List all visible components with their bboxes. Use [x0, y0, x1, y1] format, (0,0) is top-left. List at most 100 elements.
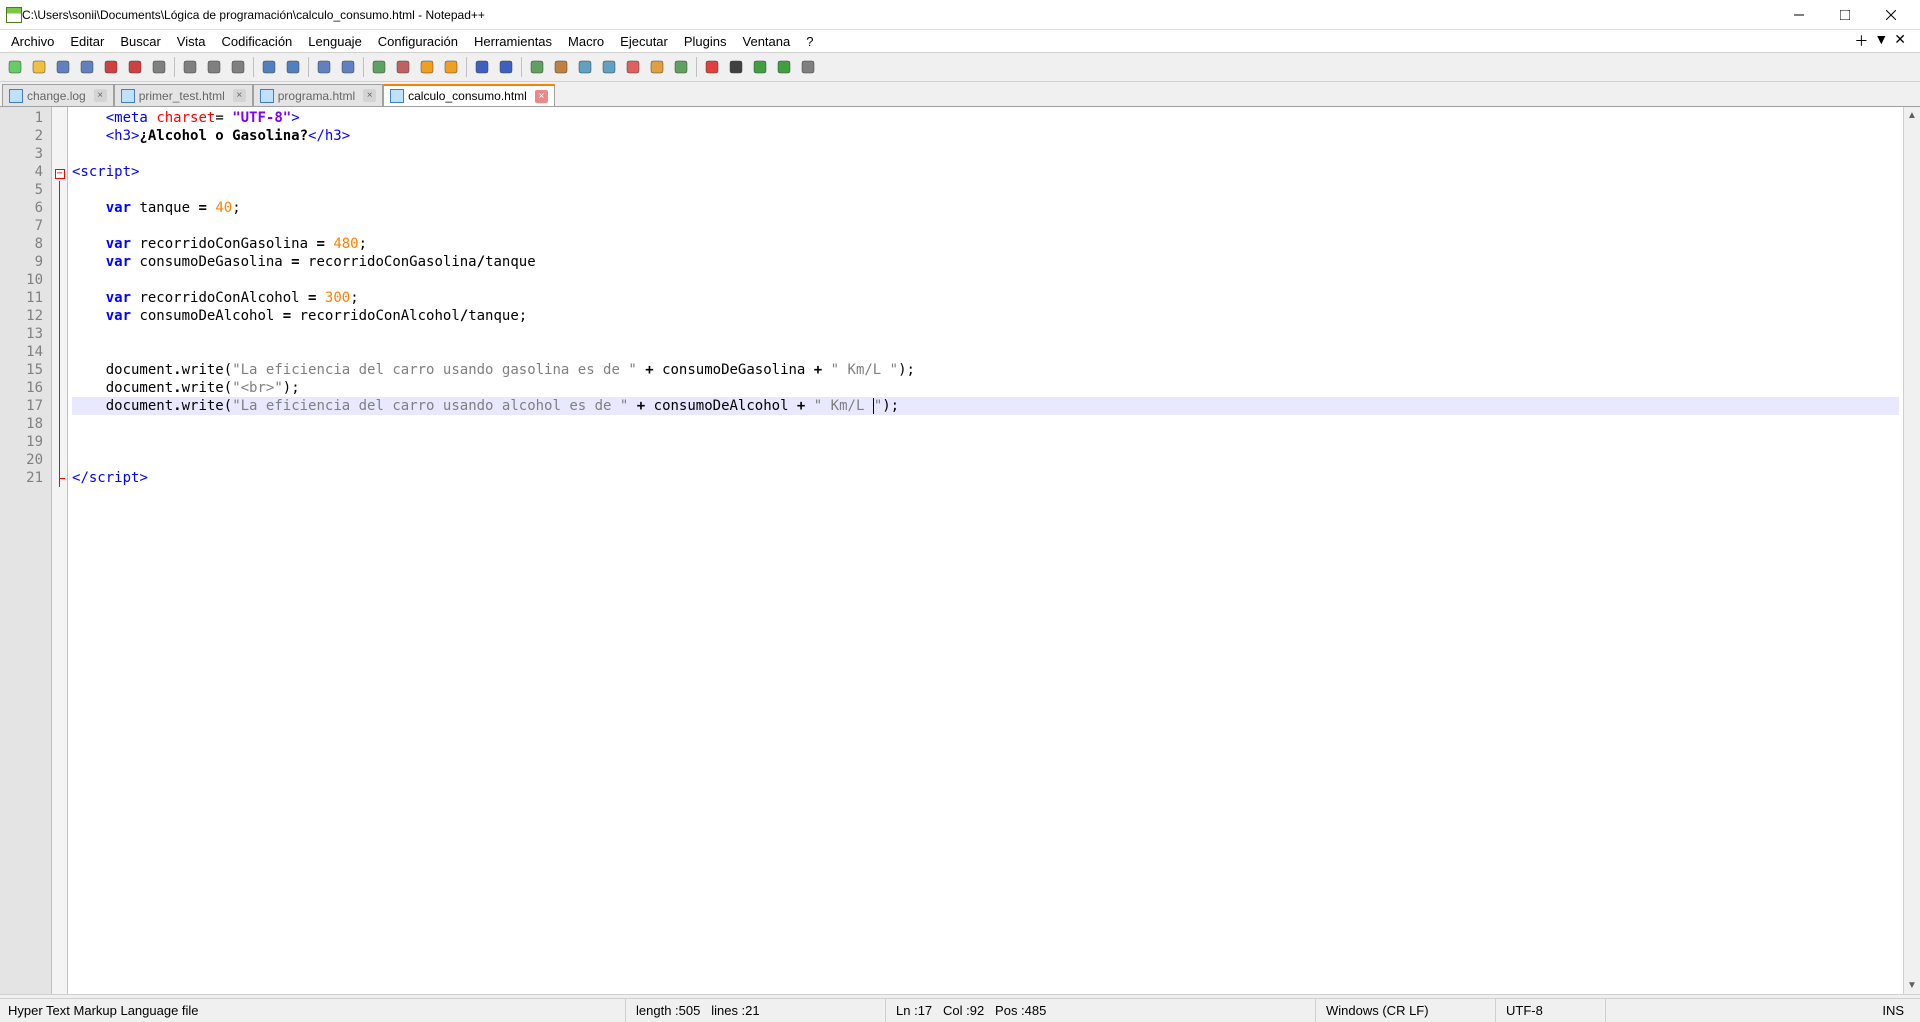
fast-macro-button[interactable]: [773, 56, 795, 78]
tab-close-icon[interactable]: ×: [94, 89, 107, 102]
replace-button[interactable]: [337, 56, 359, 78]
vertical-scrollbar[interactable]: ▲ ▼: [1903, 107, 1920, 994]
func-list-icon: [625, 59, 641, 75]
scroll-down-icon[interactable]: ▼: [1904, 977, 1920, 994]
new-file-button[interactable]: [4, 56, 26, 78]
fold-cell: [52, 469, 67, 487]
folder-workspace-icon: [649, 59, 665, 75]
status-length-label: length :: [636, 1003, 679, 1018]
menu-configuración[interactable]: Configuración: [371, 32, 465, 51]
close-button[interactable]: [100, 56, 122, 78]
doc-list-icon: [601, 59, 617, 75]
code-area[interactable]: <meta charset= "UTF-8"> <h3>¿Alcohol o G…: [68, 107, 1903, 994]
save-all-button[interactable]: [76, 56, 98, 78]
save-button[interactable]: [52, 56, 74, 78]
menu-archivo[interactable]: Archivo: [4, 32, 61, 51]
line-number: 10: [0, 271, 43, 289]
menu-herramientas[interactable]: Herramientas: [467, 32, 559, 51]
code-line: document.write("La eficiencia del carro …: [72, 361, 1899, 379]
fold-cell: [52, 253, 67, 271]
line-number: 12: [0, 307, 43, 325]
close-x-icon[interactable]: ✕: [1894, 31, 1906, 51]
line-number: 16: [0, 379, 43, 397]
fold-cell: [52, 361, 67, 379]
redo-button[interactable]: [282, 56, 304, 78]
paste-button[interactable]: [227, 56, 249, 78]
stop-macro-button[interactable]: [725, 56, 747, 78]
menu-ventana[interactable]: Ventana: [736, 32, 798, 51]
zoom-out-icon: [395, 59, 411, 75]
tab-change-log[interactable]: change.log×: [2, 84, 114, 106]
menu-?[interactable]: ?: [799, 32, 820, 51]
minimize-button[interactable]: [1776, 0, 1822, 30]
folder-workspace-button[interactable]: [646, 56, 668, 78]
doc-list-button[interactable]: [598, 56, 620, 78]
tab-calculo_consumo-html[interactable]: calculo_consumo.html×: [383, 84, 555, 106]
replace-icon: [340, 59, 356, 75]
tab-primer_test-html[interactable]: primer_test.html×: [114, 84, 253, 106]
plus-icon[interactable]: ＋: [1854, 31, 1868, 51]
save-macro-icon: [800, 59, 816, 75]
sync-v-button[interactable]: [416, 56, 438, 78]
code-line: [72, 433, 1899, 451]
zoom-out-button[interactable]: [392, 56, 414, 78]
maximize-button[interactable]: [1822, 0, 1868, 30]
menu-vista[interactable]: Vista: [170, 32, 213, 51]
triangle-down-icon[interactable]: ▼: [1874, 31, 1888, 51]
menu-lenguaje[interactable]: Lenguaje: [301, 32, 369, 51]
show-all-chars-button[interactable]: [495, 56, 517, 78]
line-number: 2: [0, 127, 43, 145]
save-macro-button[interactable]: [797, 56, 819, 78]
code-line: var consumoDeAlcohol = recorridoConAlcoh…: [72, 307, 1899, 325]
tab-close-icon[interactable]: ×: [535, 90, 548, 103]
status-eol: Windows (CR LF): [1316, 999, 1496, 1022]
open-file-button[interactable]: [28, 56, 50, 78]
menu-macro[interactable]: Macro: [561, 32, 611, 51]
play-macro-button[interactable]: [749, 56, 771, 78]
record-macro-button[interactable]: [701, 56, 723, 78]
code-line: [72, 181, 1899, 199]
menu-buscar[interactable]: Buscar: [113, 32, 167, 51]
print-icon: [151, 59, 167, 75]
word-wrap-button[interactable]: [471, 56, 493, 78]
tab-close-icon[interactable]: ×: [363, 89, 376, 102]
func-list-button[interactable]: [622, 56, 644, 78]
app-icon: [6, 7, 22, 23]
file-icon: [390, 89, 404, 103]
code-line: [72, 325, 1899, 343]
menu-editar[interactable]: Editar: [63, 32, 111, 51]
status-mode: INS: [1606, 999, 1914, 1022]
print-button[interactable]: [148, 56, 170, 78]
line-number: 15: [0, 361, 43, 379]
menu-codificación[interactable]: Codificación: [214, 32, 299, 51]
undo-button[interactable]: [258, 56, 280, 78]
close-all-button[interactable]: [124, 56, 146, 78]
menu-ejecutar[interactable]: Ejecutar: [613, 32, 675, 51]
sync-h-button[interactable]: [440, 56, 462, 78]
status-pos-label: Pos :: [995, 1003, 1025, 1018]
menu-plugins[interactable]: Plugins: [677, 32, 734, 51]
fold-cell: [52, 397, 67, 415]
find-button[interactable]: [313, 56, 335, 78]
indent-guide-button[interactable]: [526, 56, 548, 78]
line-number: 5: [0, 181, 43, 199]
undo-icon: [261, 59, 277, 75]
fold-cell: [52, 379, 67, 397]
doc-map-button[interactable]: [574, 56, 596, 78]
copy-button[interactable]: [203, 56, 225, 78]
tab-programa-html[interactable]: programa.html×: [253, 84, 383, 106]
line-number: 17: [0, 397, 43, 415]
zoom-in-button[interactable]: [368, 56, 390, 78]
tab-bar: change.log×primer_test.html×programa.htm…: [0, 82, 1920, 106]
cut-button[interactable]: [179, 56, 201, 78]
close-button[interactable]: [1868, 0, 1914, 30]
monitor-button[interactable]: [670, 56, 692, 78]
fold-minus-icon[interactable]: −: [55, 169, 65, 179]
tab-close-icon[interactable]: ×: [233, 89, 246, 102]
monitor-icon: [673, 59, 689, 75]
status-col-label: Col :: [943, 1003, 970, 1018]
lang-button[interactable]: [550, 56, 572, 78]
toolbar-separator: [466, 57, 467, 77]
scroll-up-icon[interactable]: ▲: [1904, 107, 1920, 124]
cut-icon: [182, 59, 198, 75]
